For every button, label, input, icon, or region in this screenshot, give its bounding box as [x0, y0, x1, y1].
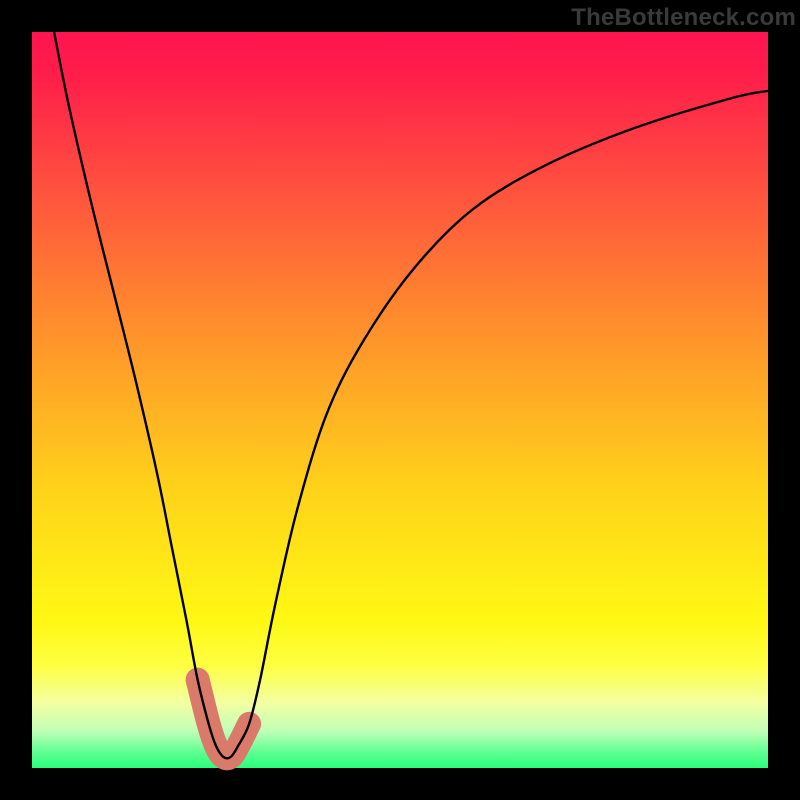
watermark-text: TheBottleneck.com	[571, 4, 796, 32]
plot-area	[32, 32, 768, 768]
marker-region	[198, 680, 250, 759]
chart-svg	[32, 32, 768, 768]
curve-line	[54, 32, 768, 758]
